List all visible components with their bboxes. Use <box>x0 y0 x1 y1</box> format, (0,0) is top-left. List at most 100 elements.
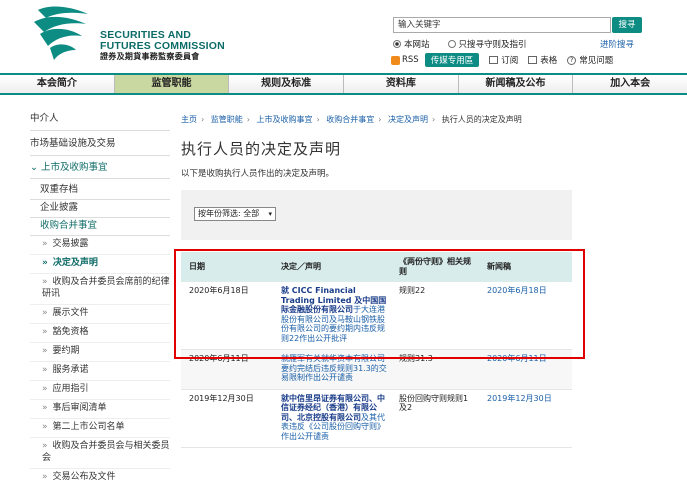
logo-text: SECURITIES AND FUTURES COMMISSION 證券及期貨事… <box>100 30 225 62</box>
sidebar-leaf-committees[interactable]: » 收购及合并委员会与相关委员会 <box>30 438 170 469</box>
row-rule: 股份回购守则规则1及2 <box>391 389 479 448</box>
chevron-right-icon: » <box>42 384 48 394</box>
nav-about[interactable]: 本会简介 <box>0 75 115 93</box>
chevron-right-icon: » <box>42 403 48 413</box>
year-filter-select[interactable]: 按年份筛选: 全部 ▾ <box>194 207 276 221</box>
subscribe-label: 订阅 <box>501 56 519 66</box>
leaf-label: 决定及声明 <box>52 258 98 268</box>
advanced-search-link[interactable]: 进阶搜寻 <box>600 38 634 50</box>
nav-regulatory[interactable]: 监管职能 <box>114 75 230 93</box>
sidebar-leaf-decisions[interactable]: » 决定及声明 <box>30 255 170 274</box>
sidebar-item-takeovers[interactable]: 收购合并事宜 <box>30 218 170 236</box>
nav-divider <box>0 93 687 95</box>
tool-row: RSS 传媒专用區 订阅 表格 ? 常见问题 <box>391 53 623 67</box>
row-news-link[interactable]: 2020年6月11日 <box>479 349 572 390</box>
sidebar-item-dual-filing[interactable]: 双重存档 <box>30 182 170 200</box>
row-date: 2020年6月18日 <box>181 282 273 350</box>
breadcrumb-decisions[interactable]: 决定及声明 <box>388 115 428 124</box>
breadcrumb-separator: › <box>201 115 205 124</box>
help-icon: ? <box>567 55 577 65</box>
sidebar-leaf-offer-period[interactable]: » 要约期 <box>30 343 170 362</box>
nav-news[interactable]: 新闻稿及公布 <box>458 75 574 93</box>
leaf-label: 收购及合并委员会与相关委员会 <box>42 441 170 463</box>
rss-icon[interactable] <box>391 55 400 65</box>
radio-keyword[interactable]: 只搜寻守则及指引 <box>447 38 527 50</box>
faq-link[interactable]: ? 常见问题 <box>567 54 613 66</box>
row-decision-link[interactable]: 就中信里昂证券有限公司、中信证券经纪（香港）有限公司、北京控股有限公司及其代表违… <box>273 389 391 448</box>
sidebar: 中介人 市场基础设施及交易 ⌄ 上市及收购事宜 双重存档 企业披露 收购合并事宜… <box>30 110 170 483</box>
page-title: 执行人员的决定及声明 <box>181 140 342 158</box>
radio-keyword-label: 只搜寻守则及指引 <box>458 40 527 50</box>
sidebar-leaf-hearings[interactable]: » 收购及合并委员会席前的纪律研讯 <box>30 274 170 305</box>
sidebar-leaf-pledges[interactable]: » 服务承诺 <box>30 362 170 381</box>
forms-link[interactable]: 表格 <box>528 54 557 66</box>
sidebar-section-label: 上市及收购事宜 <box>40 162 108 173</box>
table-row: 2020年6月11日 就雁军有关就华资本有限公司要约完结后违反规则31.3的交易… <box>181 349 572 390</box>
media-area-button[interactable]: 传媒专用區 <box>424 53 480 67</box>
rss-link[interactable]: RSS <box>402 55 419 65</box>
header-date: 日期 <box>181 252 273 282</box>
header-rules: 《两份守则》相关规则 <box>391 252 479 282</box>
sfc-logo[interactable] <box>30 4 100 62</box>
row-decision-link[interactable]: 就 CICC Financial Trading Limited 及中国国际金融… <box>273 282 391 350</box>
sidebar-leaf-documents[interactable]: » 展示文件 <box>30 305 170 324</box>
search-button[interactable]: 搜寻 <box>612 17 642 33</box>
leaf-label: 展示文件 <box>52 308 89 318</box>
nav-careers[interactable]: 加入本会 <box>573 75 687 93</box>
sidebar-item-intermediaries[interactable]: 中介人 <box>30 110 170 131</box>
year-filter-value: 按年份筛选: 全部 <box>198 209 260 218</box>
breadcrumb-current: 执行人员的决定及声明 <box>441 115 522 124</box>
chevron-right-icon: » <box>42 346 48 356</box>
header-news: 新闻稿 <box>479 252 572 282</box>
radio-site[interactable]: 本网站 <box>393 38 430 50</box>
sidebar-leaf-checklist[interactable]: » 事后审阅清单 <box>30 400 170 419</box>
sidebar-item-market[interactable]: 市场基础设施及交易 <box>30 135 170 156</box>
subscribe-link[interactable]: 订阅 <box>489 54 518 66</box>
row-date: 2019年12月30日 <box>181 389 273 448</box>
search-input[interactable]: 输入关键字 <box>393 17 611 33</box>
table-row: 2020年6月18日 就 CICC Financial Trading Limi… <box>181 282 572 350</box>
chevron-down-icon: ▾ <box>268 210 272 218</box>
sidebar-leaf-secondary[interactable]: » 第二上市公司名单 <box>30 419 170 438</box>
leaf-label: 服务承诺 <box>52 365 89 375</box>
breadcrumb-separator: › <box>378 115 382 124</box>
chevron-down-icon: ⌄ <box>30 162 41 173</box>
sidebar-leaf-dealing[interactable]: » 交易披露 <box>30 236 170 255</box>
leaf-label: 第二上市公司名单 <box>52 422 125 432</box>
breadcrumb-regulatory[interactable]: 监管职能 <box>211 115 243 124</box>
breadcrumb-takeovers[interactable]: 收购合并事宜 <box>326 115 374 124</box>
decisions-table: 日期 决定／声明 《两份守则》相关规则 新闻稿 2020年6月18日 就 CIC… <box>181 252 572 448</box>
table-header-row: 日期 决定／声明 《两份守则》相关规则 新闻稿 <box>181 252 572 282</box>
leaf-label: 交易披露 <box>52 239 89 249</box>
main-nav: 本会简介 监管职能 规则及标准 资料库 新闻稿及公布 加入本会 <box>0 73 687 93</box>
row-rule: 规则22 <box>391 282 479 350</box>
header-decision: 决定／声明 <box>273 252 391 282</box>
breadcrumb-separator: › <box>316 115 320 124</box>
logo-line3: 證券及期貨事務監察委員會 <box>100 52 200 61</box>
sidebar-leaf-guidance[interactable]: » 应用指引 <box>30 381 170 400</box>
filter-panel: 按年份筛选: 全部 ▾ <box>181 190 572 240</box>
nav-resources[interactable]: 资料库 <box>344 75 459 93</box>
chevron-right-icon: » <box>42 472 48 482</box>
breadcrumb-separator: › <box>432 115 436 124</box>
leaf-label: 收购及合并委员会席前的纪律研讯 <box>42 277 170 299</box>
breadcrumb-separator: › <box>246 115 250 124</box>
radio-site-label: 本网站 <box>404 40 430 50</box>
sidebar-section-listing[interactable]: ⌄ 上市及收购事宜 <box>30 160 170 179</box>
logo-line2: FUTURES COMMISSION <box>100 40 225 52</box>
sidebar-leaf-announcements[interactable]: » 交易公布及文件 <box>30 469 170 483</box>
sidebar-item-disclosure[interactable]: 企业披露 <box>30 200 170 218</box>
nav-rules[interactable]: 规则及标准 <box>229 75 345 93</box>
forms-label: 表格 <box>540 56 558 66</box>
sidebar-leaf-exempt[interactable]: » 豁免资格 <box>30 324 170 343</box>
row-news-link[interactable]: 2019年12月30日 <box>479 389 572 448</box>
chevron-right-icon: » <box>42 277 48 287</box>
row-rule: 规则31.3 <box>391 349 479 390</box>
chevron-right-icon: » <box>42 365 48 375</box>
leaf-label: 豁免资格 <box>52 327 89 337</box>
breadcrumb-home[interactable]: 主页 <box>181 115 197 124</box>
breadcrumb-listing[interactable]: 上市及收购事宜 <box>257 115 313 124</box>
row-news-link[interactable]: 2020年6月18日 <box>479 282 572 350</box>
intro-text: 以下是收购执行人员作出的决定及声明。 <box>181 169 335 179</box>
row-decision-link[interactable]: 就雁军有关就华资本有限公司要约完结后违反规则31.3的交易限制作出公开谴责 <box>273 349 391 390</box>
